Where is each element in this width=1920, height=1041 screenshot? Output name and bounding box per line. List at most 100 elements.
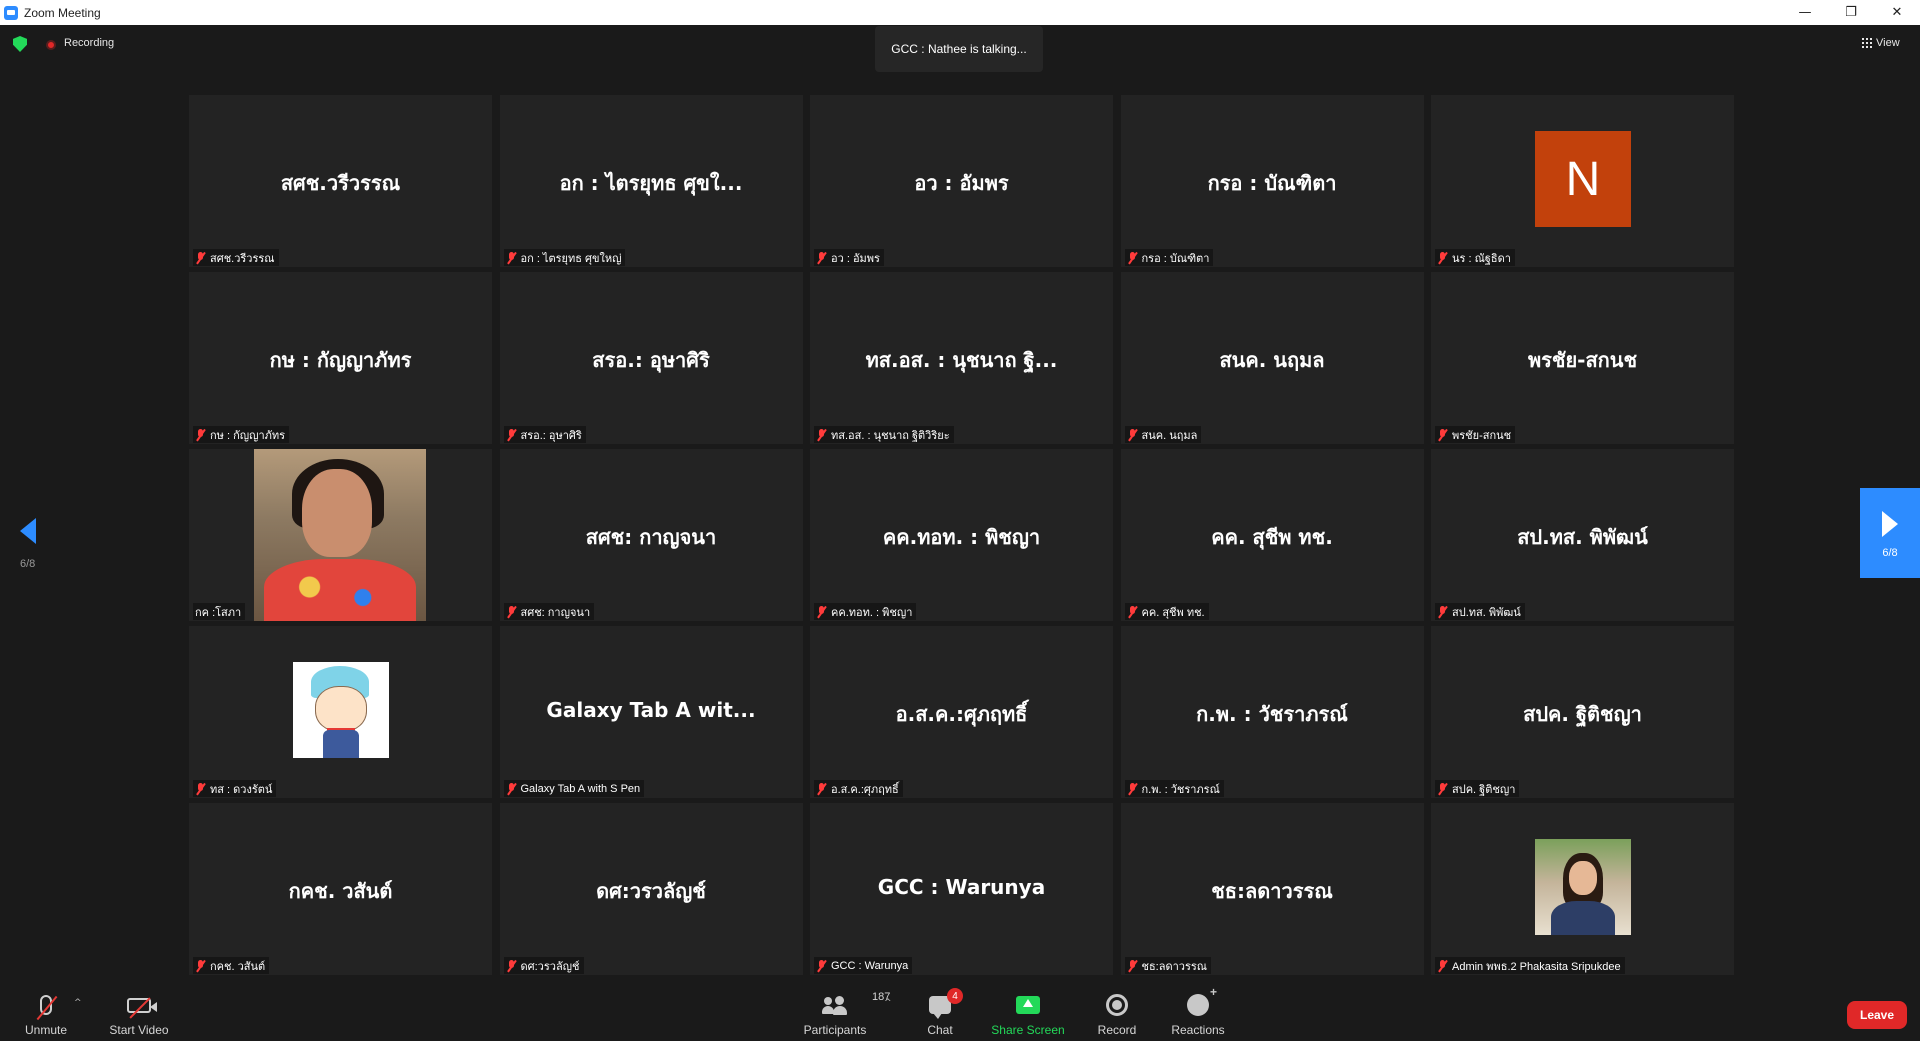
video-off-icon — [127, 997, 157, 1013]
participant-tile[interactable]: N นร : ณัฐธิดา — [1431, 95, 1734, 267]
participant-name-label: พรชัย-สกนช — [1435, 426, 1516, 443]
participant-name-label: สปค. ฐิติชญา — [1435, 780, 1520, 797]
participant-tile[interactable]: ทส.อส. : นุชนาถ ฐิ... ทส.อส. : นุชนาถ ฐิต… — [810, 272, 1113, 444]
participant-tile[interactable]: พรชัย-สกนช พรชัย-สกนช — [1431, 272, 1734, 444]
participant-display-name: กรอ : บัณฑิตา — [1207, 171, 1337, 195]
participant-name-text: พรชัย-สกนช — [1452, 429, 1512, 442]
start-video-button[interactable]: Start Video — [104, 981, 174, 1041]
prev-page-button[interactable] — [20, 518, 38, 544]
recording-label: Recording — [64, 37, 115, 49]
mic-muted-icon — [1437, 782, 1448, 795]
mic-muted-icon — [1127, 428, 1138, 441]
participant-display-name: GCC : Warunya — [877, 875, 1046, 899]
reactions-button[interactable]: Reactions — [1168, 981, 1228, 1041]
participant-tile[interactable]: ก.พ. : วัชราภรณ์ ก.พ. : วัชราภรณ์ — [1120, 626, 1424, 798]
view-button[interactable]: View — [1862, 37, 1900, 49]
participant-name-text: GCC : Warunya — [831, 959, 909, 972]
participant-name-text: ดศ:วรวลัญช์ — [520, 960, 580, 973]
encryption-shield-icon[interactable] — [13, 36, 27, 52]
participant-tile[interactable]: Admin พพธ.2 Phakasita Sripukdee — [1431, 803, 1734, 975]
mic-muted-icon — [1437, 251, 1448, 264]
participant-avatar — [293, 662, 389, 758]
minimize-button[interactable]: — — [1782, 0, 1828, 25]
participant-tile[interactable]: GCC : Warunya GCC : Warunya — [810, 803, 1113, 975]
record-icon — [1106, 994, 1128, 1016]
participant-display-name: สนค. นฤมล — [1219, 348, 1325, 372]
unmute-button[interactable]: Unmute — [20, 981, 72, 1041]
participant-name-label: สรอ.: อุษาศิริ — [503, 426, 586, 443]
participant-tile[interactable]: คค. สุชีพ ทช. คค. สุชีพ ทช. — [1120, 449, 1424, 621]
participant-name-text: คค. สุชีพ ทช. — [1141, 606, 1205, 619]
participant-name-label: อ.ส.ค.:ศุภฤทธิ์ — [814, 780, 903, 797]
participant-name-label: Admin พพธ.2 Phakasita Sripukdee — [1435, 957, 1625, 974]
participants-options-caret[interactable]: ^ — [884, 998, 892, 1008]
participant-tile[interactable]: อ.ส.ค.:ศุภฤทธิ์ อ.ส.ค.:ศุภฤทธิ์ — [810, 626, 1113, 798]
leave-button[interactable]: Leave — [1847, 1001, 1907, 1029]
participant-avatar: N — [1535, 131, 1631, 227]
mic-muted-icon — [195, 428, 206, 441]
participant-tile[interactable]: อก : ไตรยุทธ ศุขใ... อก : ไตรยุทธ ศุขใหญ่ — [499, 95, 803, 267]
participant-name-label: อว : อัมพร — [814, 249, 884, 266]
mic-muted-icon — [816, 605, 827, 618]
participant-tile[interactable]: สศช: กาญจนา สศช: กาญจนา — [499, 449, 803, 621]
mic-muted-icon — [1437, 605, 1448, 618]
participant-name-text: สศช: กาญจนา — [520, 606, 591, 619]
mic-muted-icon — [506, 605, 517, 618]
restore-button[interactable]: ❐ — [1828, 0, 1874, 25]
participant-tile[interactable]: สศช.วรีวรรณ สศช.วรีวรรณ — [189, 95, 492, 267]
participant-tile[interactable]: ชธ:ลดาวรรณ ชธ:ลดาวรรณ — [1120, 803, 1424, 975]
participant-tile[interactable]: อว : อัมพร อว : อัมพร — [810, 95, 1113, 267]
mic-muted-icon — [195, 959, 206, 972]
participant-display-name: อว : อัมพร — [914, 171, 1009, 195]
participant-name-text: นร : ณัฐธิดา — [1452, 252, 1511, 265]
chat-unread-badge: 4 — [947, 988, 963, 1004]
participant-tile[interactable]: กรอ : บัณฑิตา กรอ : บัณฑิตา — [1120, 95, 1424, 267]
participant-tile[interactable]: กษ : กัญญาภัทร กษ : กัญญาภัทร — [189, 272, 492, 444]
close-button[interactable]: ✕ — [1874, 0, 1920, 25]
participant-tile[interactable]: กคช. วสันต์ กคช. วสันต์ — [189, 803, 492, 975]
participant-tile[interactable]: ดศ:วรวลัญช์ ดศ:วรวลัญช์ — [499, 803, 803, 975]
participant-name-text: สปค. ฐิติชญา — [1452, 783, 1516, 796]
next-page-button[interactable]: 6/8 — [1860, 488, 1920, 578]
participant-display-name: สปค. ฐิติชญา — [1523, 702, 1642, 726]
participant-name-text: กษ : กัญญาภัทร — [210, 429, 286, 442]
participant-name-label: สนค. นฤมล — [1124, 426, 1202, 443]
participant-name-text: อว : อัมพร — [831, 252, 880, 265]
participant-display-name: กษ : กัญญาภัทร — [269, 348, 412, 372]
audio-options-caret[interactable]: ^ — [74, 998, 82, 1008]
participant-name-text: กคช. วสันต์ — [210, 960, 266, 973]
record-button[interactable]: Record — [1096, 981, 1138, 1041]
participant-name-label: คค. สุชีพ ทช. — [1124, 603, 1209, 620]
participant-display-name: ดศ:วรวลัญช์ — [596, 879, 706, 903]
participant-display-name: สศช: กาญจนา — [585, 525, 717, 549]
participant-name-label: ชธ:ลดาวรรณ — [1124, 957, 1211, 974]
participant-tile[interactable]: กค :โสภา — [189, 449, 492, 621]
participant-video-feed — [254, 449, 426, 621]
participant-name-text: สนค. นฤมล — [1141, 429, 1198, 442]
participant-tile[interactable]: สป.ทส. พิพัฒน์ สป.ทส. พิพัฒน์ — [1431, 449, 1734, 621]
participant-display-name: พรชัย-สกนช — [1527, 348, 1638, 372]
mic-muted-icon — [40, 995, 52, 1015]
participant-tile[interactable]: ทส : ดวงรัตน์ — [189, 626, 492, 798]
participant-name-label: นร : ณัฐธิดา — [1435, 249, 1515, 266]
participant-name-label: กค :โสภา — [193, 603, 246, 620]
participant-tile[interactable]: คค.ทอท. : พิชญา คค.ทอท. : พิชญา — [810, 449, 1113, 621]
share-screen-icon — [1016, 996, 1040, 1014]
active-speaker-banner: GCC : Nathee is talking... — [875, 26, 1043, 72]
participant-tile[interactable]: สรอ.: อุษาศิริ สรอ.: อุษาศิริ — [499, 272, 803, 444]
participant-display-name: อ.ส.ค.:ศุภฤทธิ์ — [895, 702, 1028, 726]
participants-button[interactable]: 187 Participants — [800, 981, 891, 1041]
participant-name-text: กรอ : บัณฑิตา — [1141, 252, 1210, 265]
share-screen-button[interactable]: Share Screen — [990, 981, 1066, 1041]
arrow-right-icon — [1882, 511, 1898, 537]
share-screen-label: Share Screen — [991, 1023, 1065, 1037]
participant-tile[interactable]: สปค. ฐิติชญา สปค. ฐิติชญา — [1431, 626, 1734, 798]
participant-name-label: ดศ:วรวลัญช์ — [503, 957, 584, 974]
participant-tile[interactable]: สนค. นฤมล สนค. นฤมล — [1120, 272, 1424, 444]
participant-tile[interactable]: Galaxy Tab A wit... Galaxy Tab A with S P… — [499, 626, 803, 798]
chat-button[interactable]: 4 Chat — [920, 981, 963, 1041]
participant-name-text: ทส.อส. : นุชนาถ ฐิติวิริยะ — [831, 429, 950, 442]
mic-muted-icon — [506, 782, 517, 795]
mic-muted-icon — [1437, 959, 1448, 972]
participant-display-name: อก : ไตรยุทธ ศุขใ... — [559, 171, 743, 195]
